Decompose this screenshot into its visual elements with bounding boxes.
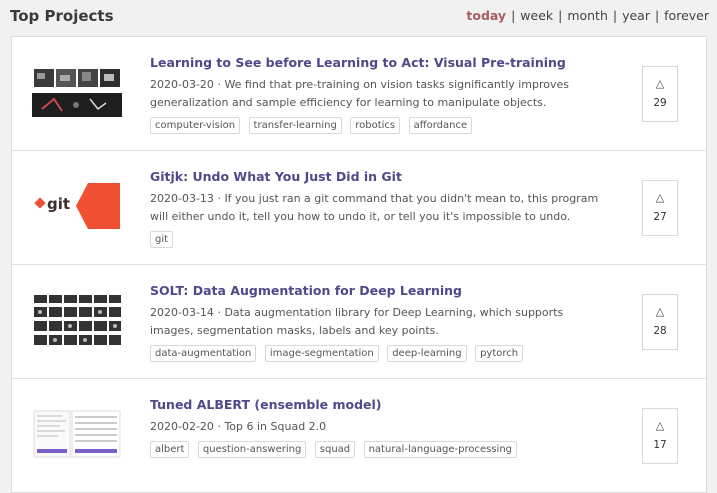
- tag[interactable]: data-augmentation: [150, 345, 257, 362]
- project-date: 2020-03-20: [150, 78, 214, 91]
- tag[interactable]: affordance: [408, 117, 473, 134]
- tag[interactable]: computer-vision: [150, 117, 241, 134]
- project-row: Tuned ALBERT (ensemble model) 2020-02-20…: [12, 379, 706, 492]
- git-logo-text: git: [47, 195, 71, 213]
- project-title[interactable]: SOLT: Data Augmentation for Deep Learnin…: [150, 283, 610, 299]
- project-thumbnail[interactable]: [32, 407, 122, 461]
- upvote-button[interactable]: △ 29: [642, 66, 678, 122]
- project-thumbnail[interactable]: [32, 65, 122, 119]
- upvote-button[interactable]: △ 28: [642, 294, 678, 350]
- separator: |: [558, 8, 563, 23]
- project-title[interactable]: Learning to See before Learning to Act: …: [150, 55, 610, 71]
- tag[interactable]: natural-language-processing: [363, 441, 518, 458]
- tag-list: data-augmentation image-segmentation dee…: [150, 343, 610, 362]
- period-today[interactable]: today: [466, 8, 506, 23]
- tag[interactable]: git: [150, 231, 174, 248]
- project-date: 2020-03-13: [150, 192, 214, 205]
- date-separator: ·: [217, 306, 221, 319]
- vote-count: 27: [653, 211, 667, 223]
- header: Top Projects today | week | month | year…: [0, 0, 717, 34]
- project-content: Gitjk: Undo What You Just Did in Git 202…: [150, 169, 610, 248]
- period-forever[interactable]: forever: [664, 8, 709, 23]
- project-description: 2020-03-13 · If you just ran a git comma…: [150, 190, 610, 226]
- project-date: 2020-02-20: [150, 420, 214, 433]
- project-row: git Gitjk: Undo What You Just Did in Git…: [12, 151, 706, 265]
- page-title: Top Projects: [10, 7, 114, 25]
- project-content: Tuned ALBERT (ensemble model) 2020-02-20…: [150, 397, 610, 458]
- project-content: Learning to See before Learning to Act: …: [150, 55, 610, 134]
- period-month[interactable]: month: [567, 8, 608, 23]
- date-separator: ·: [217, 192, 221, 205]
- tag[interactable]: image-segmentation: [264, 345, 379, 362]
- period-year[interactable]: year: [622, 8, 650, 23]
- period-filter: today | week | month | year | forever: [466, 8, 709, 23]
- triangle-up-icon: △: [655, 305, 665, 318]
- project-summary: Top 6 in Squad 2.0: [224, 420, 327, 433]
- tag[interactable]: squad: [314, 441, 356, 458]
- tag[interactable]: question-answering: [197, 441, 307, 458]
- project-date: 2020-03-14: [150, 306, 214, 319]
- date-separator: ·: [217, 420, 221, 433]
- project-thumbnail[interactable]: git: [32, 179, 122, 233]
- vote-count: 17: [653, 439, 667, 451]
- project-row: SOLT: Data Augmentation for Deep Learnin…: [12, 265, 706, 379]
- project-description: 2020-02-20 · Top 6 in Squad 2.0: [150, 418, 610, 436]
- tag[interactable]: deep-learning: [387, 345, 467, 362]
- date-separator: ·: [217, 78, 221, 91]
- tag-list: computer-vision transfer-learning roboti…: [150, 115, 610, 134]
- triangle-up-icon: △: [655, 419, 665, 432]
- separator: |: [612, 8, 618, 23]
- project-title[interactable]: Gitjk: Undo What You Just Did in Git: [150, 169, 610, 185]
- tag-list: albert question-answering squad natural-…: [150, 439, 610, 458]
- period-week[interactable]: week: [520, 8, 553, 23]
- triangle-up-icon: △: [655, 191, 665, 204]
- project-row: Learning to See before Learning to Act: …: [12, 37, 706, 151]
- project-thumbnail[interactable]: [32, 293, 122, 347]
- project-content: SOLT: Data Augmentation for Deep Learnin…: [150, 283, 610, 362]
- vote-count: 28: [653, 325, 667, 337]
- project-title[interactable]: Tuned ALBERT (ensemble model): [150, 397, 610, 413]
- project-description: 2020-03-14 · Data augmentation library f…: [150, 304, 610, 340]
- triangle-up-icon: △: [655, 77, 665, 90]
- project-description: 2020-03-20 · We find that pre-training o…: [150, 76, 610, 112]
- tag[interactable]: albert: [150, 441, 190, 458]
- vote-count: 29: [653, 97, 667, 109]
- tag[interactable]: pytorch: [475, 345, 524, 362]
- separator: |: [654, 8, 660, 23]
- tag[interactable]: robotics: [350, 117, 401, 134]
- tag-list: git: [150, 229, 610, 248]
- upvote-button[interactable]: △ 17: [642, 408, 678, 464]
- project-list: Learning to See before Learning to Act: …: [11, 36, 707, 493]
- separator: |: [511, 8, 516, 23]
- tag[interactable]: transfer-learning: [248, 117, 342, 134]
- upvote-button[interactable]: △ 27: [642, 180, 678, 236]
